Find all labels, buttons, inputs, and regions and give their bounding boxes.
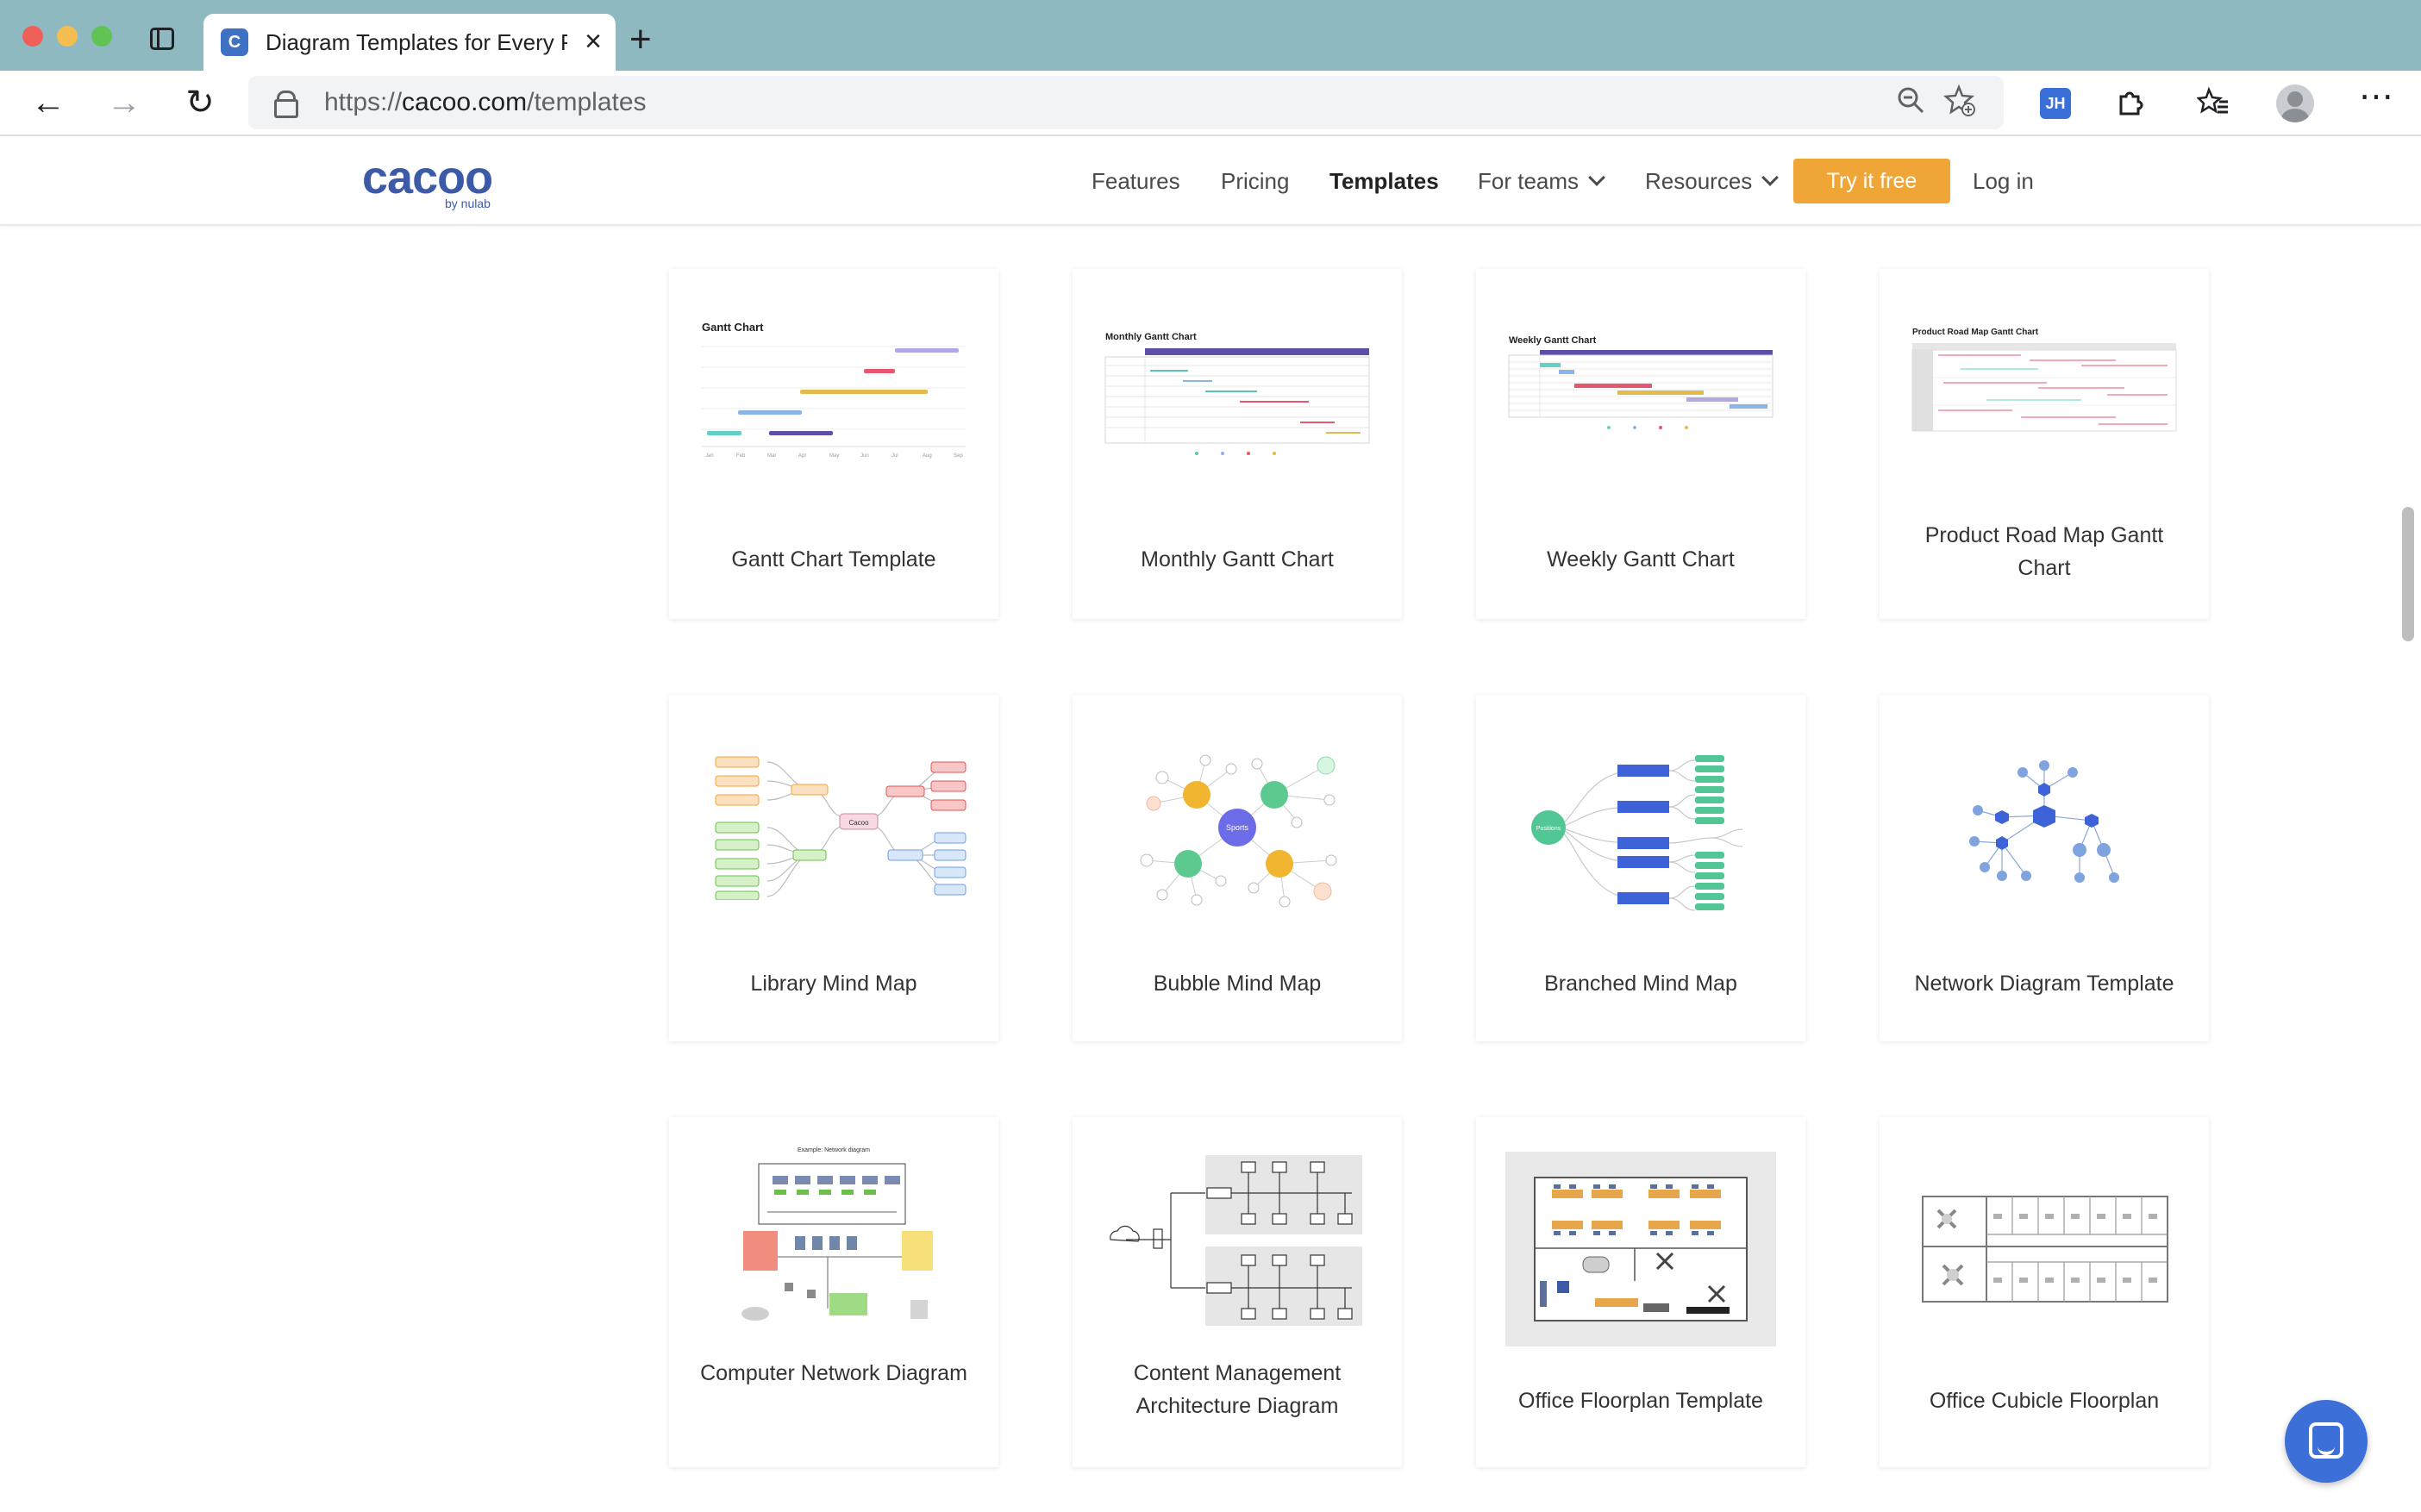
page-scrollbar-thumb[interactable] [2402, 507, 2414, 641]
template-thumbnail [1909, 1193, 2180, 1305]
thumb-title: Sports [1226, 823, 1249, 832]
lock-icon[interactable] [274, 91, 298, 118]
svg-text:Mar: Mar [767, 453, 776, 459]
template-card-monthly-gantt[interactable]: Monthly Gantt Chart Monthly Gantt Chart [1073, 269, 1402, 619]
logo-subtitle: by nulab [445, 197, 491, 210]
template-card-library-mind-map[interactable]: Cacoo Library Mind Map [669, 695, 998, 1041]
template-thumbnail: Sports [1102, 743, 1373, 912]
url-text[interactable]: https://cacoo.com/templates [324, 88, 647, 117]
more-options-icon[interactable]: ⋯ [2359, 79, 2393, 114]
forward-arrow-icon[interactable]: → [103, 83, 145, 124]
browser-toolbar: ← → ↻ https://cacoo.com/templates JH ⋯ [0, 71, 2421, 136]
template-card-computer-network-diagram[interactable]: Example: Network diagram Computer Networ… [669, 1117, 998, 1467]
template-card-gantt-chart[interactable]: Gantt Chart Jan Feb Mar Apr May Jun Jul Aug Sep … [669, 269, 998, 619]
chat-icon [2309, 1422, 2343, 1459]
thumb-title: Positions [1536, 826, 1561, 832]
template-thumbnail [1102, 1150, 1373, 1333]
template-card-label: Office Floorplan Template [1518, 1389, 1763, 1413]
svg-text:Feb: Feb [736, 453, 746, 459]
svg-text:Apr: Apr [798, 453, 806, 459]
nav-templates[interactable]: Templates [1329, 167, 1439, 195]
template-thumbnail: Weekly Gantt Chart [1505, 334, 1776, 469]
reload-icon[interactable]: ↻ [179, 83, 221, 124]
template-card-label: Branched Mind Map [1544, 972, 1737, 996]
template-card-label: Network Diagram Template [1914, 972, 2174, 996]
svg-text:Jan: Jan [705, 453, 714, 459]
nav-for-teams[interactable]: For teams [1478, 167, 1605, 195]
add-favorite-icon[interactable] [1942, 84, 1976, 125]
template-card-bubble-mind-map[interactable]: Sports Bubble Mind Map [1073, 695, 1402, 1041]
nav-for-teams-label: For teams [1478, 168, 1580, 194]
template-card-label: Library Mind Map [750, 972, 917, 996]
template-thumbnail: Positions [1505, 743, 1776, 912]
template-thumbnail: Product Road Map Gantt Chart [1909, 326, 2180, 455]
thumb-title: Example: Network diagram [798, 1147, 870, 1153]
close-window-button[interactable] [22, 26, 43, 47]
nav-resources[interactable]: Resources [1645, 167, 1780, 195]
thumb-title: Weekly Gantt Chart [1509, 335, 1597, 346]
template-card-office-cubicle-floorplan[interactable]: Office Cubicle Floorplan [1880, 1117, 2209, 1467]
maximize-window-button[interactable] [91, 26, 112, 47]
login-link[interactable]: Log in [1973, 167, 2034, 195]
thumb-title: Gantt Chart [702, 321, 764, 334]
chevron-down-icon [1588, 169, 1605, 186]
tab-title: Diagram Templates for Every P [266, 29, 567, 55]
template-card-network-diagram[interactable]: Network Diagram Template [1880, 695, 2209, 1041]
try-it-free-button[interactable]: Try it free [1793, 159, 1950, 203]
tab-actions-icon[interactable] [150, 28, 174, 50]
template-card-weekly-gantt[interactable]: Weekly Gantt Chart Weekly Gantt Chart [1476, 269, 1805, 619]
nav-pricing[interactable]: Pricing [1221, 167, 1289, 195]
browser-tab[interactable]: C Diagram Templates for Every P × [203, 14, 616, 71]
profile-avatar[interactable] [2276, 84, 2314, 122]
tab-close-icon[interactable]: × [585, 24, 602, 59]
new-tab-icon[interactable]: + [629, 19, 652, 60]
cacoo-favicon-icon: C [221, 28, 248, 56]
template-card-label: Bubble Mind Map [1153, 972, 1322, 996]
cacoo-logo[interactable]: cacoo [362, 153, 493, 202]
template-thumbnail [1505, 1152, 1776, 1346]
support-chat-button[interactable] [2285, 1400, 2368, 1483]
template-card-content-management-architecture[interactable]: Content Management Architecture Diagram [1073, 1117, 1402, 1467]
svg-text:Jul: Jul [891, 453, 898, 459]
minimize-window-button[interactable] [57, 26, 78, 47]
template-thumbnail: Gantt Chart Jan Feb Mar Apr May Jun Jul Aug Sep [698, 317, 969, 481]
thumb-title: Monthly Gantt Chart [1105, 332, 1197, 342]
address-bar[interactable]: https://cacoo.com/templates [248, 76, 2004, 129]
template-card-label: Computer Network Diagram [700, 1361, 967, 1385]
site-header: cacoo by nulab Features Pricing Template… [0, 136, 2421, 226]
template-card-branched-mind-map[interactable]: Positions Branched Mind Map [1476, 695, 1805, 1041]
template-card-office-floorplan[interactable]: Office Floorplan Template [1476, 1117, 1805, 1467]
url-scheme: https:// [324, 88, 403, 116]
jh-extension-icon[interactable]: JH [2040, 88, 2071, 119]
thumb-title: Product Road Map Gantt Chart [1912, 328, 2039, 337]
chevron-down-icon [1761, 169, 1780, 186]
template-thumbnail [1909, 747, 2180, 905]
thumb-title: Cacoo [848, 819, 869, 827]
template-card-label: Product Road Map Gantt Chart [1924, 523, 2164, 580]
template-card-label: Weekly Gantt Chart [1547, 547, 1735, 572]
zoom-out-icon[interactable] [1895, 84, 1926, 123]
nav-resources-label: Resources [1645, 168, 1753, 194]
svg-text:Sep: Sep [954, 453, 963, 459]
extensions-puzzle-icon[interactable] [2114, 86, 2145, 124]
template-card-product-roadmap-gantt[interactable]: Product Road Map Gantt Chart Product Roa… [1880, 269, 2209, 619]
template-card-label: Content Management Architecture Diagram [1133, 1361, 1342, 1418]
back-arrow-icon[interactable]: ← [28, 83, 69, 124]
url-path: /templates [527, 88, 647, 116]
svg-text:May: May [829, 453, 839, 459]
nav-features[interactable]: Features [1092, 167, 1180, 195]
url-host: cacoo.com [402, 88, 528, 116]
svg-text:Jun: Jun [860, 453, 869, 459]
template-thumbnail: Monthly Gantt Chart [1102, 331, 1373, 469]
template-card-label: Gantt Chart Template [731, 547, 936, 572]
browser-tab-bar: C Diagram Templates for Every P × + [0, 0, 2421, 71]
favorites-list-icon[interactable] [2196, 86, 2230, 126]
template-card-label: Office Cubicle Floorplan [1929, 1389, 2160, 1413]
template-thumbnail: Cacoo [698, 748, 969, 900]
template-thumbnail: Example: Network diagram [698, 1145, 969, 1331]
template-card-label: Monthly Gantt Chart [1141, 547, 1334, 572]
svg-text:Aug: Aug [923, 453, 932, 459]
